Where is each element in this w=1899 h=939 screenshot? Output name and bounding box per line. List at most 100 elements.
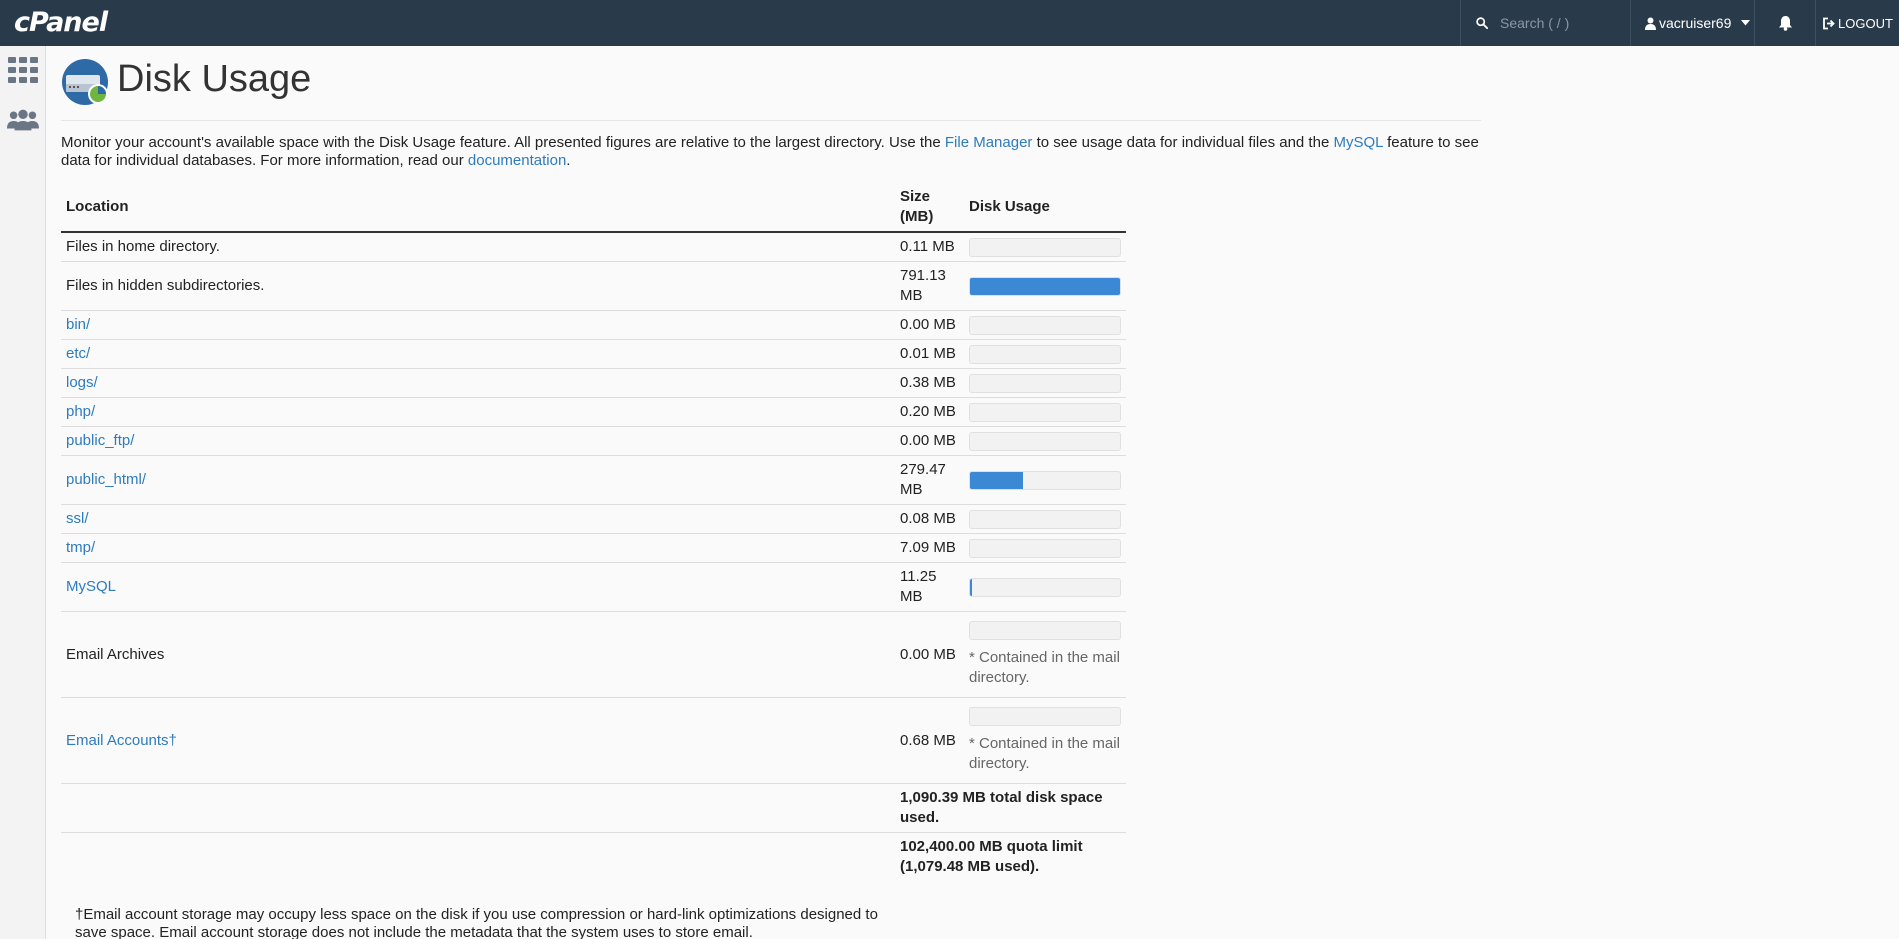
table-body: Files in home directory. 0.11 MB Files in … xyxy=(61,232,1126,881)
usage-cell xyxy=(964,232,1126,262)
empty-cell xyxy=(61,783,895,833)
column-header-disk-usage: Disk Usage xyxy=(964,183,1126,233)
size-cell: 279.47 MB xyxy=(895,455,964,505)
usage-bar xyxy=(969,470,1121,490)
total-disk-usage: 1,090.39 MB total disk space used. xyxy=(895,783,1126,833)
size-cell: 0.00 MB xyxy=(895,426,964,456)
disk-usage-table: Location Size (MB) Disk Usage Files in h… xyxy=(61,183,1126,881)
table-row: public_html/279.47 MB xyxy=(61,455,1126,505)
usage-cell xyxy=(964,562,1126,612)
usage-bar xyxy=(969,237,1121,257)
search-box[interactable] xyxy=(1461,0,1630,46)
location-link[interactable]: Email Accounts† xyxy=(66,732,177,749)
size-cell: 0.38 MB xyxy=(895,368,964,398)
size-cell: 0.20 MB xyxy=(895,397,964,427)
table-row: Email Accounts† 0.68 MB * Contained in the… xyxy=(61,697,1126,784)
location-link[interactable]: public_ftp/ xyxy=(66,432,134,449)
size-cell: 0.68 MB xyxy=(895,697,964,784)
documentation-link[interactable]: documentation xyxy=(468,152,566,169)
location-link[interactable]: MySQL xyxy=(66,578,116,595)
sidebar-item-users[interactable] xyxy=(7,104,39,136)
location-link[interactable]: logs/ xyxy=(66,374,98,391)
size-cell: 0.00 MB xyxy=(895,611,964,698)
page-header: Disk Usage xyxy=(61,46,1481,121)
table-row: MySQL 11.25 MB xyxy=(61,562,1126,612)
location-cell: Email Accounts† xyxy=(61,697,895,784)
column-header-size: Size (MB) xyxy=(895,183,964,233)
grid-icon xyxy=(8,57,38,83)
notifications-button[interactable] xyxy=(1755,0,1815,46)
size-cell: 0.11 MB xyxy=(895,232,964,262)
intro-text: . xyxy=(566,152,571,169)
usage-bar xyxy=(969,344,1121,364)
size-cell: 0.01 MB xyxy=(895,339,964,369)
usage-bar xyxy=(969,577,1121,597)
user-menu[interactable]: vacruiser69 xyxy=(1631,0,1754,46)
usage-bar xyxy=(969,402,1121,422)
cpanel-logo[interactable]: cPanel xyxy=(14,7,108,39)
size-cell: 0.00 MB xyxy=(895,310,964,340)
size-cell: 0.08 MB xyxy=(895,504,964,534)
user-icon xyxy=(1645,17,1656,30)
location-cell: Email Archives xyxy=(61,611,895,698)
search-icon xyxy=(1476,17,1488,30)
usage-bar-fill xyxy=(970,277,1120,295)
mysql-link[interactable]: MySQL xyxy=(1333,134,1382,151)
usage-bar xyxy=(969,621,1121,640)
usage-bar xyxy=(969,509,1121,529)
table-row: bin/0.00 MB xyxy=(61,310,1126,340)
email-storage-footnote: †Email account storage may occupy less s… xyxy=(75,906,878,939)
sidebar xyxy=(0,46,46,939)
table-row: php/0.20 MB xyxy=(61,397,1126,427)
location-label: Files in hidden subdirectories. xyxy=(66,277,265,294)
usage-note: * Contained in the mail directory. xyxy=(969,735,1120,772)
usage-cell xyxy=(964,339,1126,369)
location-link[interactable]: etc/ xyxy=(66,345,90,362)
table-row: ssl/0.08 MB xyxy=(61,504,1126,534)
size-cell: 791.13 MB xyxy=(895,261,964,311)
location-cell: logs/ xyxy=(61,368,895,398)
usage-cell xyxy=(964,368,1126,398)
location-cell: public_ftp/ xyxy=(61,426,895,456)
location-cell: public_html/ xyxy=(61,455,895,505)
location-link[interactable]: bin/ xyxy=(66,316,90,333)
search-input[interactable] xyxy=(1500,15,1630,31)
column-header-location: Location xyxy=(61,183,895,233)
intro-text: Monitor your account's available space w… xyxy=(61,134,945,151)
table-row: public_ftp/0.00 MB xyxy=(61,426,1126,456)
usage-bar xyxy=(969,707,1121,726)
file-manager-link[interactable]: File Manager xyxy=(945,134,1033,151)
total-disk-usage-row: 1,090.39 MB total disk space used. xyxy=(61,783,1126,833)
usage-bar xyxy=(969,315,1121,335)
usage-bar xyxy=(969,538,1121,558)
quota-limit-row: 102,400.00 MB quota limit (1,079.48 MB u… xyxy=(61,833,1126,882)
empty-cell xyxy=(61,833,895,882)
usage-bar xyxy=(969,431,1121,451)
size-cell: 7.09 MB xyxy=(895,533,964,563)
usage-bar-fill xyxy=(970,471,1023,489)
location-link[interactable]: ssl/ xyxy=(66,510,89,527)
logout-icon xyxy=(1823,17,1835,29)
location-cell: ssl/ xyxy=(61,504,895,534)
main-content: Disk Usage Monitor your account's availa… xyxy=(61,46,1481,939)
location-cell: Files in home directory. xyxy=(61,232,895,262)
size-cell: 11.25 MB xyxy=(895,562,964,612)
location-cell: tmp/ xyxy=(61,533,895,563)
table-row: Files in hidden subdirectories. 791.13 MB xyxy=(61,261,1126,311)
logout-button[interactable]: LOGOUT xyxy=(1816,0,1899,46)
page-description: Monitor your account's available space w… xyxy=(61,134,1481,170)
page-title: Disk Usage xyxy=(117,58,312,100)
quota-limit: 102,400.00 MB quota limit (1,079.48 MB u… xyxy=(900,838,1083,875)
usage-cell xyxy=(964,310,1126,340)
location-link[interactable]: tmp/ xyxy=(66,539,95,556)
location-link[interactable]: php/ xyxy=(66,403,95,420)
table-row: Files in home directory. 0.11 MB xyxy=(61,232,1126,262)
bell-icon xyxy=(1778,16,1792,31)
intro-text: to see usage data for individual files a… xyxy=(1032,134,1334,151)
location-cell: bin/ xyxy=(61,310,895,340)
sidebar-item-home[interactable] xyxy=(7,54,39,86)
location-link[interactable]: public_html/ xyxy=(66,471,146,488)
users-icon xyxy=(7,109,39,131)
usage-bar xyxy=(969,373,1121,393)
username-label: vacruiser69 xyxy=(1659,15,1732,31)
